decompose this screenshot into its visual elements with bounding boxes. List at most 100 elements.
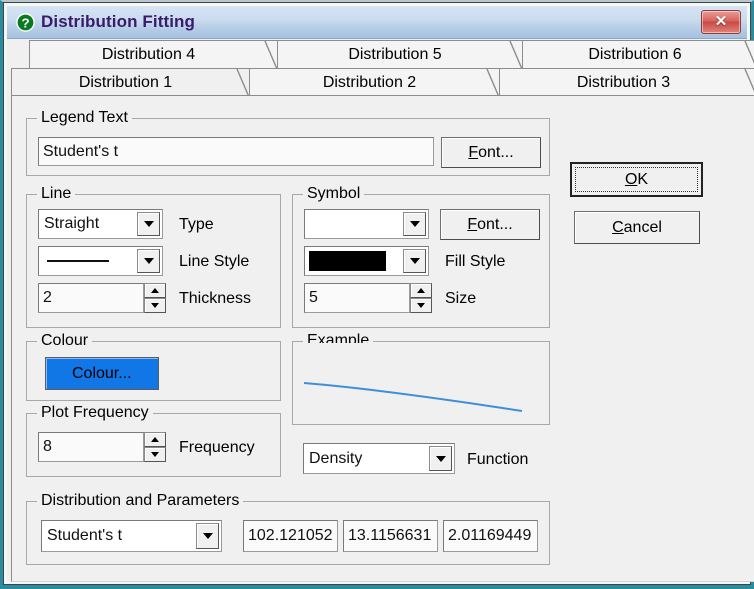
close-icon: ✕ [714,13,728,30]
colour-button-label: Colour... [72,364,132,382]
tab-distribution-5[interactable]: Distribution 5 [277,40,523,69]
tab-label: Distribution 3 [576,74,671,91]
tab-label: Distribution 2 [322,74,417,91]
tab-slant [264,41,278,69]
spinner-up-button[interactable] [144,432,166,447]
chevron-down-icon[interactable] [137,249,160,273]
close-button[interactable]: ✕ [701,10,741,34]
tab-slant [744,69,754,92]
group-label: Colour [37,332,93,350]
line-type-value: Straight [44,215,100,232]
font-button-label: ont... [478,143,514,161]
parameter-3-input[interactable]: 2.01169449 [443,520,538,552]
tab-slant [236,69,250,97]
spinner-buttons[interactable] [144,283,166,313]
line-style-combo[interactable] [38,246,163,276]
line-type-label: Type [179,216,214,233]
legend-font-button[interactable]: Font... [441,137,541,168]
font-button-label: ont... [477,215,513,233]
distribution-and-parameters-group: Distribution and Parameters Student's t … [26,492,550,565]
parameter-1-input[interactable]: 102.121052 [243,520,338,552]
symbol-size-spinner[interactable]: 5 [304,283,432,313]
line-thickness-input[interactable]: 2 [38,283,144,313]
plot-frequency-input[interactable]: 8 [38,432,144,462]
line-group: Line Straight Type Line Style 2 Thicknes… [26,185,281,328]
plot-frequency-group: Plot Frequency 8 Frequency [26,404,281,477]
symbol-value [310,210,400,238]
tab-distribution-6[interactable]: Distribution 6 [522,40,754,68]
spinner-down-button[interactable] [410,298,432,313]
parameter-2-input[interactable]: 13.1156631 [343,520,438,552]
focus-ring [575,167,698,192]
spinner-buttons[interactable] [144,432,166,462]
symbol-size-label: Size [445,290,477,307]
line-style-sample [47,260,109,262]
svg-text:?: ? [21,15,29,30]
tab-slant [486,69,500,97]
spinner-down-button[interactable] [144,447,166,462]
tab-label: Distribution 6 [588,46,682,63]
colour-group: Colour Colour... [26,332,281,401]
tab-slant [744,41,754,64]
function-label: Function [467,451,529,468]
symbol-fill-style-label: Fill Style [445,253,506,270]
function-combo[interactable]: Density [303,443,455,474]
distribution-value: Student's t [47,527,123,544]
example-preview-curve [294,343,532,417]
line-thickness-label: Thickness [179,290,252,307]
symbol-font-button[interactable]: Font... [440,209,540,240]
tab-label: Distribution 1 [78,74,173,91]
cancel-button-label: ancel [623,218,662,236]
ok-button[interactable]: OK [570,162,703,197]
title-bar: ? Distribution Fitting ✕ [7,6,747,39]
group-label: Distribution and Parameters [37,492,244,510]
distribution-combo[interactable]: Student's t [41,520,222,552]
symbol-group: Symbol Font... Fill Style 5 Size [292,185,550,328]
group-label: Symbol [303,185,365,203]
chevron-down-icon[interactable] [137,212,160,236]
spinner-down-button[interactable] [144,298,166,313]
symbol-fill-style-combo[interactable] [304,246,429,276]
cancel-button[interactable]: Cancel [574,211,700,244]
tab-slant [509,41,523,69]
line-type-combo[interactable]: Straight [38,209,163,239]
legend-text-input[interactable]: Student's t [38,137,434,166]
plot-frequency-label: Frequency [179,439,255,456]
dialog-inner: ? Distribution Fitting ✕ Distribution 4 … [4,3,754,584]
tab-strip: Distribution 4 Distribution 5 Distributi… [11,40,754,97]
function-value: Density [309,449,363,467]
group-label: Legend Text [37,109,132,127]
cancel-button-mnemonic: C [612,218,624,236]
tab-distribution-2[interactable]: Distribution 2 [249,68,500,97]
symbol-combo[interactable] [304,209,429,239]
chevron-down-icon[interactable] [403,212,426,236]
plot-frequency-spinner[interactable]: 8 [38,432,166,462]
legend-text-group: Legend Text Student's t Font... [26,109,550,176]
spinner-buttons[interactable] [410,283,432,313]
window-title: Distribution Fitting [41,12,196,31]
spinner-up-button[interactable] [144,283,166,298]
dialog-window: ? Distribution Fitting ✕ Distribution 4 … [0,0,754,589]
line-thickness-spinner[interactable]: 2 [38,283,166,313]
font-button-mnemonic: F [468,143,479,161]
symbol-size-input[interactable]: 5 [304,283,410,313]
font-button-mnemonic: F [467,215,478,233]
tab-row-lower: Distribution 1 Distribution 2 Distributi… [11,68,754,97]
example-group: Example [292,332,550,425]
tab-distribution-1[interactable]: Distribution 1 [11,68,250,97]
tab-distribution-4[interactable]: Distribution 4 [29,40,278,69]
chevron-down-icon[interactable] [403,249,426,273]
dialog-frame: ? Distribution Fitting ✕ Distribution 4 … [3,2,754,585]
group-label: Line [37,185,76,203]
tab-label: Distribution 4 [101,46,196,63]
tab-row-upper: Distribution 4 Distribution 5 Distributi… [11,40,754,69]
colour-button[interactable]: Colour... [45,357,159,390]
question-mark-icon: ? [16,13,35,32]
spinner-up-button[interactable] [410,283,432,298]
line-style-label: Line Style [179,253,250,270]
chevron-down-icon[interactable] [429,446,452,471]
tab-label: Distribution 5 [348,46,442,63]
tab-distribution-3[interactable]: Distribution 3 [499,68,754,96]
chevron-down-icon[interactable] [196,523,219,549]
fill-style-swatch [309,251,386,271]
